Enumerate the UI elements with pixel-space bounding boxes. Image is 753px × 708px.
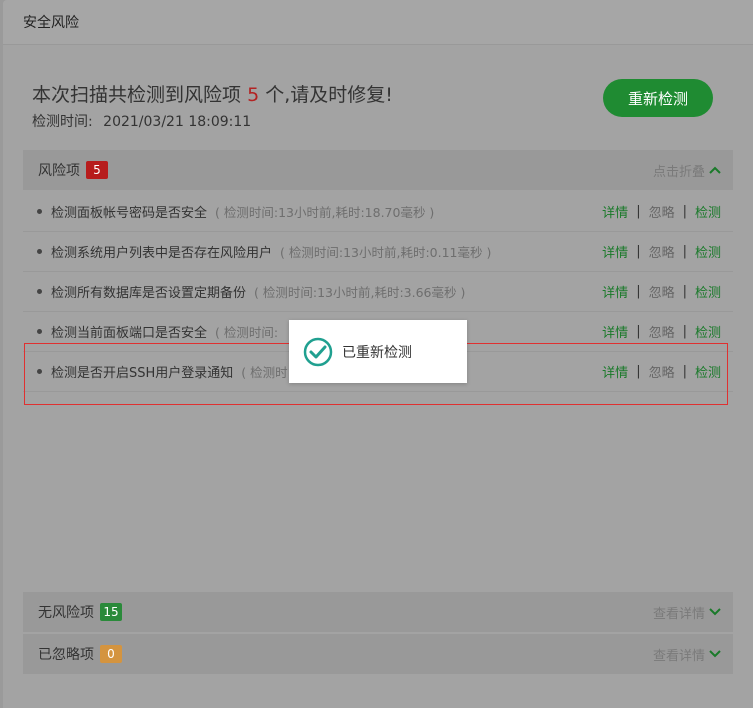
detail-link[interactable]: 详情 — [602, 282, 628, 301]
rescan-button[interactable]: 重新检测 — [603, 79, 713, 117]
risk-actions: 详情 | 忽略 | 检测 — [602, 322, 721, 341]
separator: | — [636, 204, 641, 219]
risk-meta: ( 检测时间:13小时前,耗时:3.66毫秒 ) — [254, 285, 466, 300]
ignored-section-label: 已忽略项 — [38, 647, 94, 663]
risk-actions: 详情 | 忽略 | 检测 — [602, 202, 721, 221]
headline-suffix: 个,请及时修复! — [265, 84, 393, 106]
bullet-icon — [37, 249, 42, 254]
ignore-link[interactable]: 忽略 — [649, 282, 675, 301]
bullet-icon — [37, 329, 42, 334]
chevron-down-icon — [709, 650, 721, 658]
toast-message: 已重新检测 — [342, 344, 412, 361]
risk-title: 检测面板帐号密码是否安全 — [51, 206, 208, 221]
check-link[interactable]: 检测 — [695, 282, 721, 301]
check-circle-icon — [303, 337, 333, 366]
ignore-link[interactable]: 忽略 — [649, 202, 675, 221]
risk-section-header[interactable]: 风险项 5 点击折叠 — [23, 150, 733, 190]
safe-count-badge: 15 — [100, 603, 122, 621]
ignore-link[interactable]: 忽略 — [649, 322, 675, 341]
separator: | — [636, 244, 641, 259]
success-toast: 已重新检测 — [289, 320, 467, 383]
separator: | — [682, 204, 687, 219]
check-link[interactable]: 检测 — [695, 242, 721, 261]
chevron-up-icon — [709, 166, 721, 174]
view-details-toggle[interactable]: 查看详情 — [653, 603, 721, 622]
risk-title: 检测当前面板端口是否安全 — [51, 326, 208, 341]
scan-time-value: 2021/03/21 18:09:11 — [103, 114, 252, 130]
scan-summary: 本次扫描共检测到风险项 5 个,请及时修复! 检测时间: 2021/03/21 … — [32, 80, 393, 131]
detail-link[interactable]: 详情 — [602, 242, 628, 261]
separator: | — [682, 244, 687, 259]
risk-count-badge: 5 — [86, 161, 108, 179]
risk-meta: ( 检测时间: — [215, 325, 279, 340]
safe-section-label: 无风险项 — [38, 605, 94, 621]
separator: | — [682, 324, 687, 339]
scan-time: 检测时间: 2021/03/21 18:09:11 — [32, 111, 393, 131]
view-details-label: 查看详情 — [652, 606, 705, 622]
ignored-section-header[interactable]: 已忽略项 0 查看详情 — [23, 634, 733, 674]
risk-title: 检测系统用户列表中是否存在风险用户 — [51, 246, 273, 261]
safe-section-header[interactable]: 无风险项 15 查看详情 — [23, 592, 733, 632]
risk-actions: 详情 | 忽略 | 检测 — [602, 282, 721, 301]
view-details-toggle[interactable]: 查看详情 — [653, 645, 721, 664]
check-link[interactable]: 检测 — [695, 322, 721, 341]
risk-meta: ( 检测时间:13小时前,耗时:18.70毫秒 ) — [215, 205, 435, 220]
risk-row: 检测所有数据库是否设置定期备份 ( 检测时间:13小时前,耗时:3.66毫秒 )… — [23, 272, 733, 312]
detail-link[interactable]: 详情 — [602, 322, 628, 341]
detail-link[interactable]: 详情 — [602, 202, 628, 221]
bullet-icon — [37, 289, 42, 294]
scan-time-label: 检测时间: — [32, 114, 93, 130]
risk-title: 检测所有数据库是否设置定期备份 — [51, 286, 247, 301]
view-details-label: 查看详情 — [652, 648, 705, 664]
scan-headline: 本次扫描共检测到风险项 5 个,请及时修复! — [32, 80, 393, 107]
separator: | — [636, 324, 641, 339]
risk-count: 5 — [247, 84, 260, 106]
collapse-toggle-label: 点击折叠 — [652, 164, 705, 180]
chevron-down-icon — [709, 608, 721, 616]
risk-section-label: 风险项 — [38, 163, 80, 179]
security-risk-dialog: 安全风险 本次扫描共检测到风险项 5 个,请及时修复! 检测时间: 2021/0… — [3, 0, 753, 708]
risk-actions: 详情 | 忽略 | 检测 — [602, 242, 721, 261]
risk-row: 检测面板帐号密码是否安全 ( 检测时间:13小时前,耗时:18.70毫秒 ) 详… — [23, 192, 733, 232]
separator: | — [636, 284, 641, 299]
ignored-count-badge: 0 — [100, 645, 122, 663]
bullet-icon — [37, 209, 42, 214]
risk-meta: ( 检测时间:13小时前,耗时:0.11毫秒 ) — [280, 245, 492, 260]
risk-row: 检测系统用户列表中是否存在风险用户 ( 检测时间:13小时前,耗时:0.11毫秒… — [23, 232, 733, 272]
separator: | — [682, 284, 687, 299]
headline-prefix: 本次扫描共检测到风险项 — [32, 84, 242, 106]
collapse-toggle[interactable]: 点击折叠 — [653, 161, 721, 180]
ignore-link[interactable]: 忽略 — [649, 242, 675, 261]
check-link[interactable]: 检测 — [695, 202, 721, 221]
dialog-title: 安全风险 — [3, 0, 753, 45]
